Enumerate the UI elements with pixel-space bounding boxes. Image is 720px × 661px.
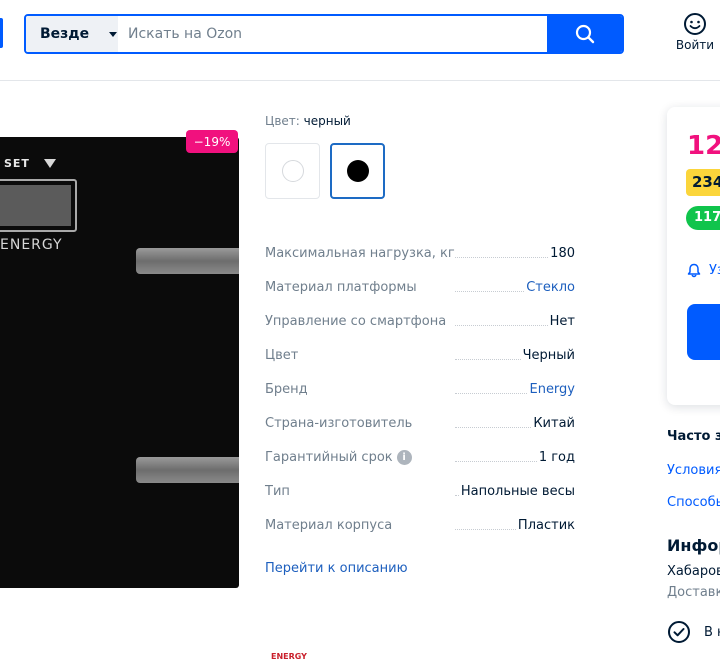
spec-row: Гарантийный срок i 1 год bbox=[265, 450, 575, 484]
delivery-city[interactable]: Хабаров bbox=[667, 564, 720, 579]
user-smile-icon bbox=[684, 13, 706, 35]
installment-badge[interactable]: 117 bbox=[686, 206, 720, 230]
scale-electrode-bottom bbox=[136, 457, 239, 483]
availability-text: В н bbox=[704, 624, 720, 640]
spec-row: Материал платформы Стекло bbox=[265, 280, 575, 314]
spec-value: Напольные весы bbox=[460, 484, 575, 499]
spec-name: Управление со смартфона bbox=[265, 314, 447, 329]
thumbnail-brand-logo[interactable]: ENERGY bbox=[271, 652, 307, 661]
color-label: Цвет: черный bbox=[265, 114, 351, 128]
spec-name: Тип bbox=[265, 484, 290, 499]
color-swatch-black[interactable] bbox=[330, 143, 385, 199]
spec-name-with-info: Гарантийный срок i bbox=[265, 450, 453, 465]
info-title: Инфор bbox=[667, 536, 720, 555]
notify-price-link[interactable]: Уз bbox=[687, 263, 720, 278]
spec-name: Материал платформы bbox=[265, 280, 417, 295]
spec-dots bbox=[455, 450, 537, 462]
spec-dots bbox=[455, 280, 525, 292]
add-to-cart-button[interactable] bbox=[687, 304, 720, 360]
spec-name: Материал корпуса bbox=[265, 518, 393, 533]
spec-value: Пластик bbox=[517, 518, 575, 533]
search-scope-label: Везде bbox=[40, 26, 90, 42]
conditions-link[interactable]: Условия bbox=[667, 463, 720, 478]
login-button[interactable]: Войти bbox=[670, 12, 720, 52]
check-circle-icon bbox=[668, 621, 690, 643]
spec-row: Управление со смартфона Нет bbox=[265, 314, 575, 348]
color-selected-value: черный bbox=[303, 114, 351, 128]
delivery-info: Доставка bbox=[667, 585, 720, 600]
spec-row: Цвет Черный bbox=[265, 348, 575, 382]
color-label-prefix: Цвет: bbox=[265, 114, 300, 128]
spec-dots bbox=[455, 314, 548, 326]
spec-row: Страна-изготовитель Китай bbox=[265, 416, 575, 450]
spec-dots bbox=[455, 484, 459, 496]
spec-row: Тип Напольные весы bbox=[265, 484, 575, 518]
scale-display bbox=[0, 179, 77, 232]
logo-edge[interactable] bbox=[0, 18, 3, 48]
site-header: Везде Войти bbox=[0, 0, 720, 68]
spec-name: Цвет bbox=[265, 348, 299, 363]
spec-value: Черный bbox=[522, 348, 575, 363]
product-image[interactable]: SET ENERGY bbox=[0, 137, 239, 588]
notify-text: Уз bbox=[709, 263, 720, 278]
header-divider bbox=[0, 80, 720, 81]
info-icon[interactable]: i bbox=[396, 450, 412, 465]
search-button[interactable] bbox=[547, 16, 622, 52]
spec-value: 1 год bbox=[538, 450, 575, 465]
spec-row: Максимальная нагрузка, кг 180 bbox=[265, 246, 575, 280]
bell-icon bbox=[687, 263, 701, 278]
scale-arrow-print bbox=[44, 159, 56, 168]
spec-name: Максимальная нагрузка, кг bbox=[265, 246, 455, 261]
price-card: 12 234 117 Уз bbox=[667, 107, 720, 405]
scale-set-button-print: SET bbox=[4, 157, 30, 170]
spec-name-text: Гарантийный срок bbox=[265, 450, 393, 465]
spec-dots bbox=[455, 518, 516, 530]
discount-badge: −19% bbox=[186, 130, 238, 153]
availability-row: В н bbox=[667, 620, 720, 644]
search-bar: Везде bbox=[24, 14, 624, 54]
often-asked-title: Часто з bbox=[667, 429, 720, 444]
spec-name: Страна-изготовитель bbox=[265, 416, 413, 431]
spec-row: Бренд Energy bbox=[265, 382, 575, 416]
spec-value-link[interactable]: Стекло bbox=[526, 280, 575, 295]
search-icon bbox=[575, 24, 594, 44]
spec-dots bbox=[455, 416, 532, 428]
login-label: Войти bbox=[675, 38, 715, 52]
spec-value: Китай bbox=[533, 416, 575, 431]
spec-value-link[interactable]: Energy bbox=[529, 382, 575, 397]
search-input[interactable] bbox=[118, 16, 547, 52]
spec-value: 180 bbox=[550, 246, 575, 261]
color-swatch-white[interactable] bbox=[265, 143, 320, 199]
methods-link[interactable]: Способы bbox=[667, 495, 720, 510]
go-to-description-link[interactable]: Перейти к описанию bbox=[265, 561, 408, 576]
spec-name: Бренд bbox=[265, 382, 308, 397]
specs-list: Максимальная нагрузка, кг 180 Материал п… bbox=[265, 246, 575, 552]
spec-dots bbox=[455, 246, 549, 258]
spec-value: Нет bbox=[549, 314, 575, 329]
spec-dots bbox=[455, 382, 528, 394]
search-scope-dropdown[interactable]: Везде bbox=[26, 16, 118, 52]
white-dot-icon bbox=[281, 160, 304, 182]
scale-brand-print: ENERGY bbox=[0, 237, 63, 253]
ozon-card-price-badge[interactable]: 234 bbox=[686, 169, 720, 196]
scale-electrode-top bbox=[136, 248, 239, 274]
black-dot-icon bbox=[346, 160, 369, 182]
spec-row: Материал корпуса Пластик bbox=[265, 518, 575, 552]
price-value: 12 bbox=[687, 131, 720, 161]
spec-dots bbox=[455, 348, 521, 360]
chevron-down-icon bbox=[109, 31, 118, 37]
